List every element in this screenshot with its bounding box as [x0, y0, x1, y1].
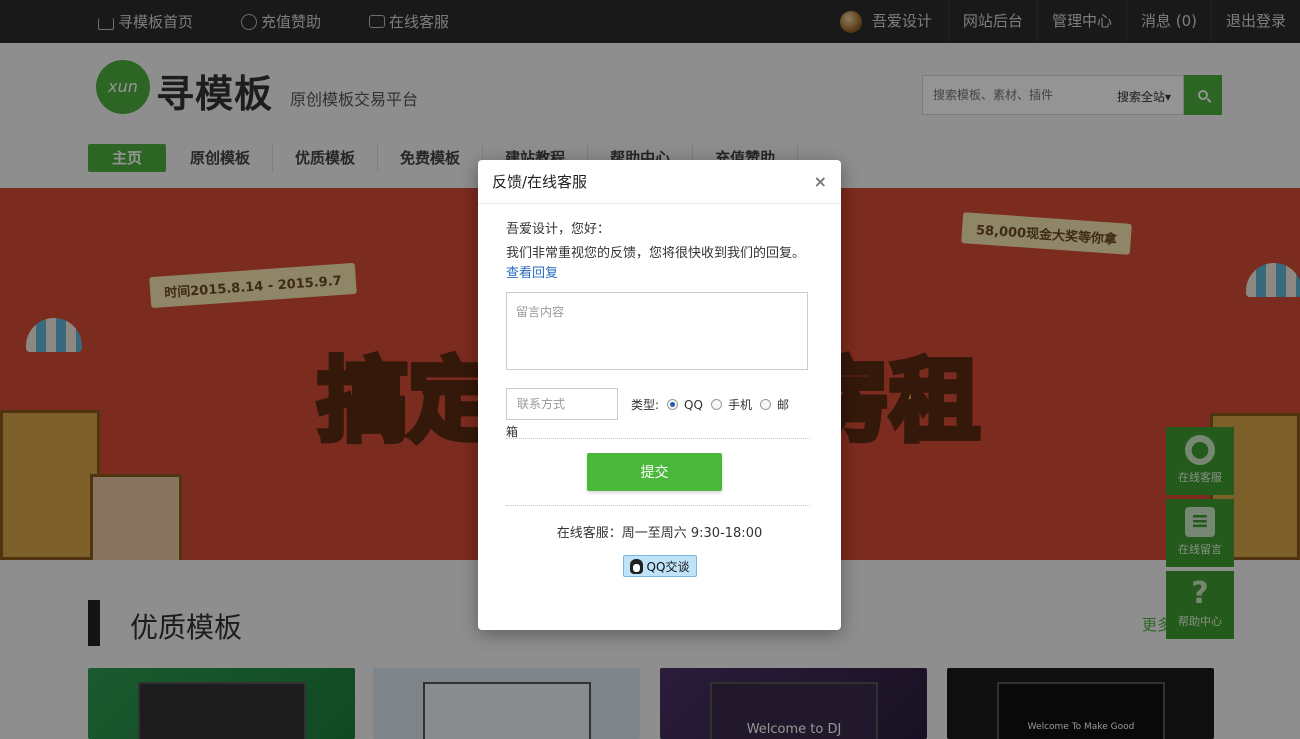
contact-type-group: 类型: QQ 手机 邮 [631, 397, 789, 413]
contact-row: 类型: QQ 手机 邮 箱 [506, 388, 813, 439]
modal-body: 吾爱设计，您好： 我们非常重视您的反馈，您将很快收到我们的回复。查看回复 类型:… [478, 204, 841, 577]
qq-penguin-icon [629, 558, 643, 574]
type-label: 类型: [631, 398, 660, 412]
greeting-text: 吾爱设计，您好： [506, 222, 611, 237]
modal-title: 反馈/在线客服 [492, 173, 588, 191]
feedback-message: 我们非常重视您的反馈，您将很快收到我们的回复。查看回复 [506, 246, 806, 281]
feedback-modal: 反馈/在线客服 × 吾爱设计，您好： 我们非常重视您的反馈，您将很快收到我们的回… [478, 160, 841, 630]
service-hours: 在线客服：周一至周六 9:30-18:00 [556, 526, 763, 541]
close-icon[interactable]: × [814, 172, 827, 191]
divider [506, 505, 810, 506]
view-reply-link[interactable]: 查看回复 [506, 266, 558, 281]
type-radio-phone[interactable] [710, 399, 722, 410]
type-radio-email[interactable] [759, 399, 771, 410]
contact-input[interactable] [506, 388, 618, 420]
submit-button[interactable]: 提交 [587, 453, 722, 491]
modal-header: 反馈/在线客服 × [478, 160, 841, 204]
type-label-continuation: 箱 [506, 425, 519, 439]
message-textarea[interactable] [506, 292, 808, 370]
qq-chat-button[interactable]: QQ交谈 [622, 555, 697, 577]
type-radio-qq[interactable] [667, 399, 679, 410]
submit-area: 提交 [506, 439, 813, 505]
